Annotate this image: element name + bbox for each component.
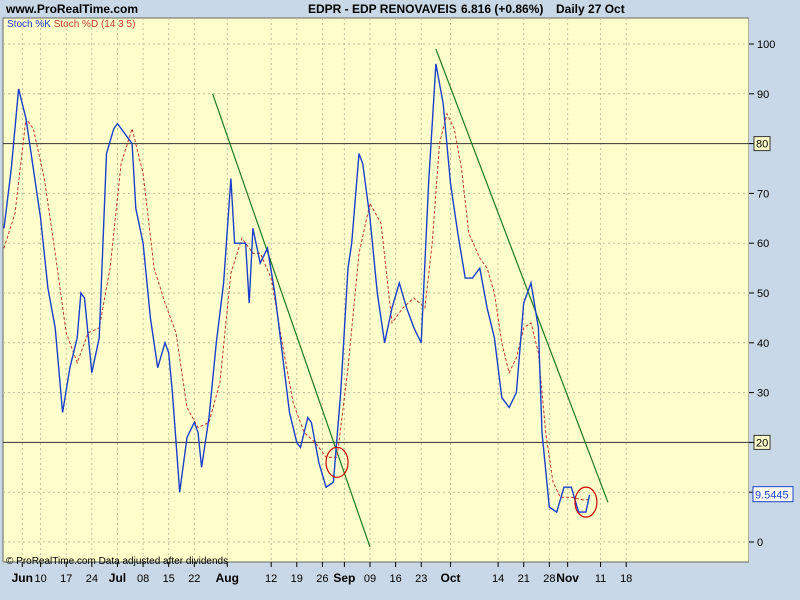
ref-label: 80: [756, 139, 768, 151]
legend-k-label: Stoch %K: [7, 19, 51, 30]
x-tick-label: 16: [389, 573, 401, 585]
x-tick-label: 26: [316, 573, 328, 585]
y-tick-label: 90: [757, 89, 769, 101]
legend: Stoch %K Stoch %D (14 3 5): [7, 19, 135, 30]
y-tick-label: 30: [757, 388, 769, 400]
x-tick-label: Jun: [12, 571, 33, 585]
site-label[interactable]: www.ProRealTime.com: [6, 2, 138, 16]
x-tick-label: 09: [364, 573, 376, 585]
x-tick-label: 14: [492, 573, 504, 585]
y-tick-label: 70: [757, 188, 769, 200]
period-label: Daily 27 Oct: [556, 2, 625, 16]
x-tick-label: 23: [415, 573, 427, 585]
x-tick-label: 15: [163, 573, 175, 585]
x-tick-label: Nov: [556, 571, 579, 585]
price-change: 6.816 (+0.86%): [461, 2, 544, 16]
x-tick-label: 10: [34, 573, 46, 585]
x-tick-label: 18: [620, 573, 632, 585]
x-tick-label: 21: [518, 573, 530, 585]
last-value-label: 9.5445: [755, 490, 789, 502]
x-tick-label: 24: [86, 573, 98, 585]
plot-area: [2, 17, 750, 563]
y-tick-label: 60: [757, 238, 769, 250]
instrument-title: EDPR - EDP RENOVAVEIS: [308, 2, 457, 16]
x-tick-label: 12: [265, 573, 277, 585]
y-tick-label: 40: [757, 338, 769, 350]
x-tick-label: 28: [543, 573, 555, 585]
x-tick-label: 22: [188, 573, 200, 585]
x-tick-label: 19: [291, 573, 303, 585]
x-axis: Jun 10 17 24 Jul 08 15 22 Aug 12 19 26 Sep 09 16 23 Oct 1…: [0, 561, 749, 600]
x-tick-label: Jul: [109, 571, 126, 585]
y-tick-label: 100: [757, 39, 775, 51]
x-tick-label: 11: [595, 573, 606, 585]
ref-label: 20: [756, 437, 768, 449]
stochastic-chart: 0 10 20 30 40 50 60 70 80 90 100 9.5445 Jun10 17 24 Ju…: [0, 0, 800, 600]
legend-d-label: Stoch %D (14 3 5): [53, 19, 136, 30]
footer-note: © ProRealTime.com Data adjusted after di…: [6, 556, 229, 567]
y-tick-label: 50: [757, 288, 769, 300]
x-tick-label: Sep: [333, 571, 355, 585]
chart-window: 0 10 20 30 40 50 60 70 80 90 100 9.5445 Jun10 17 24 Ju…: [0, 0, 800, 600]
y-tick-label: 0: [757, 537, 763, 549]
y-axis: 01020304050607080901009.5445: [749, 0, 800, 600]
x-tick-label: Aug: [216, 571, 239, 585]
x-tick-label: 08: [137, 573, 149, 585]
x-tick-label: 17: [60, 573, 72, 585]
x-tick-label: Oct: [441, 571, 461, 585]
